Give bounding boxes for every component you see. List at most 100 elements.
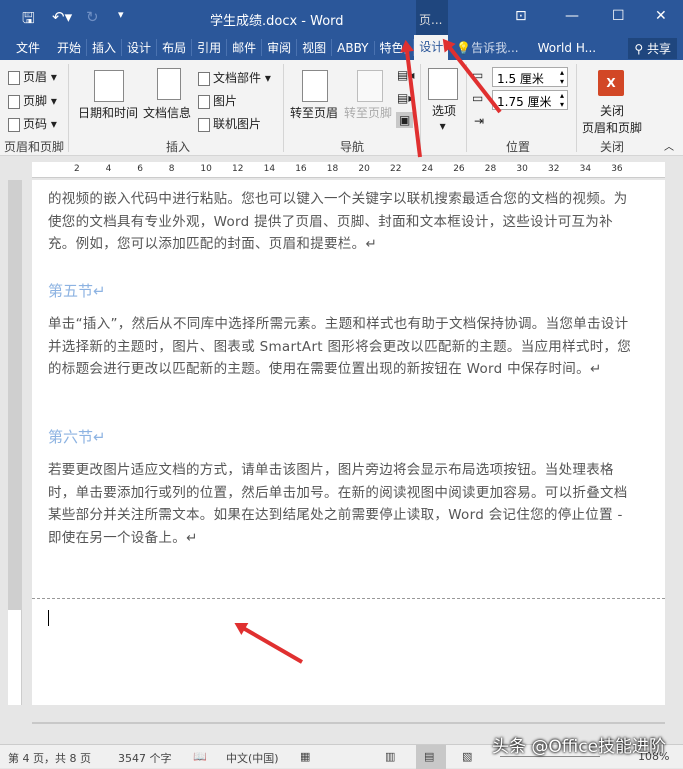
ruler-tick-label: 20 [358, 164, 370, 174]
page-count[interactable]: 第 4 页，共 8 页 [8, 750, 91, 766]
collapse-ribbon-icon[interactable]: ︿ [664, 138, 674, 153]
tab-review[interactable]: 审阅 [262, 39, 298, 56]
header-button[interactable]: 页眉 ▾ [8, 68, 57, 85]
ruler-tick-label: 32 [548, 164, 560, 174]
ruler-tick-label: 24 [421, 164, 434, 174]
tab-mailings[interactable]: 邮件 [227, 39, 263, 56]
tab-design[interactable]: 设计 [122, 39, 158, 56]
print-layout-icon[interactable]: ▤ [416, 745, 446, 769]
horizontal-ruler[interactable]: 2 4 6 8 10 12 14 16 18 20 22 24 26 28 30 32 34 36 [32, 162, 665, 178]
ribbon-display-icon[interactable]: ⊡ [515, 8, 527, 24]
ruler-tick-label: 36 [611, 164, 623, 174]
options-button[interactable]: 选项 ▾ [432, 102, 456, 133]
proofing-icon[interactable]: 📖 [193, 750, 207, 763]
group-label-insert: 插入 [166, 140, 191, 154]
insert-alignment-tab-icon[interactable]: ⇥ [474, 114, 484, 128]
heading-section-6: 第六节↵ [48, 428, 106, 446]
close-label: 关闭 [600, 104, 625, 118]
header-position-input[interactable]: 1.5 厘米 ▴ ▾ [492, 67, 568, 87]
page-number-label: 页码 [23, 117, 48, 131]
header-position-value: 1.5 厘米 [497, 72, 544, 86]
pictures-button[interactable]: 图片 [198, 92, 237, 109]
tell-me-label: 告诉我... [471, 41, 519, 55]
page-number-icon [8, 117, 20, 132]
paragraph: 若要更改图片适应文档的方式，请单击该图片，图片旁边将会显示布局选项按钮。当处理表… [48, 462, 628, 546]
footer-position-input[interactable]: 1.75 厘米 ▴ ▾ [492, 90, 568, 110]
macro-icon[interactable]: ▦ [300, 750, 310, 763]
share-button[interactable]: ⚲ 共享 [628, 38, 677, 59]
goto-header-button[interactable]: 转至页眉 [290, 104, 338, 121]
window-title: 学生成绩.docx - Word [210, 14, 344, 29]
word-count[interactable]: 3547 个字 [118, 750, 172, 766]
person-icon: ⚲ [634, 42, 644, 56]
close-hf-button[interactable]: 关闭 页眉和页脚 [582, 102, 642, 136]
group-label-nav: 导航 [340, 140, 365, 154]
footer-icon [8, 94, 20, 109]
ruler-tick-label: 14 [263, 164, 276, 174]
read-mode-icon[interactable]: ▥ [385, 750, 395, 763]
paragraph: 单击“插入”，然后从不同库中选择所需元素。主题和样式也有助于文档保持协调。当您单… [48, 316, 632, 377]
quick-parts-button[interactable]: 文档部件 ▾ [198, 69, 271, 86]
quick-parts-label: 文档部件 [213, 71, 262, 85]
ruler-tick-label: 30 [516, 164, 528, 174]
ribbon: 页眉 ▾ 页脚 ▾ 页码 ▾ 页眉和页脚 日期和时间 文档信息 文档部件 ▾ 图… [0, 60, 683, 156]
calendar-clock-icon [94, 70, 124, 102]
web-layout-icon[interactable]: ▧ [462, 750, 472, 763]
page-number-button[interactable]: 页码 ▾ [8, 115, 57, 132]
redo-icon[interactable]: ↻ [86, 8, 99, 26]
tab-home[interactable]: 开始 [52, 39, 88, 56]
options-label: 选项 [432, 104, 457, 118]
text-cursor [48, 610, 49, 626]
link-to-previous-icon[interactable]: ▣ [396, 112, 414, 128]
online-pictures-button[interactable]: 联机图片 [198, 115, 261, 132]
tab-abbyy[interactable]: ABBY [332, 40, 375, 55]
options-icon [428, 68, 458, 100]
account-name[interactable]: World H... [524, 41, 601, 55]
ruler-tick-label: 12 [232, 164, 244, 174]
goto-footer-button: 转至页脚 [344, 106, 393, 120]
vertical-ruler[interactable] [8, 180, 22, 705]
minimize-button[interactable]: — [565, 8, 579, 24]
document-page[interactable]: 的视频的嵌入代码中进行粘贴。您也可以键入一个关键字以联机搜索最适合您的文档的视频… [32, 180, 665, 705]
ruler-tick-label: 34 [579, 164, 592, 174]
close-button[interactable]: ✕ [655, 8, 667, 24]
online-picture-icon [198, 117, 210, 132]
horizontal-scrollbar[interactable] [32, 722, 665, 724]
tell-me[interactable]: 💡告诉我... [448, 39, 523, 56]
customize-qat-icon[interactable]: ▾ [118, 8, 124, 21]
save-icon[interactable]: 🖫 [22, 8, 35, 33]
online-pictures-label: 联机图片 [213, 117, 262, 131]
ruler-tick-label: 26 [453, 164, 465, 174]
context-tab-label: 页... [416, 0, 448, 35]
footer-bottom-icon: ▭ [472, 91, 484, 105]
tab-layout[interactable]: 布局 [157, 39, 193, 56]
ruler-tick-label: 8 [168, 164, 175, 174]
ruler-tick-label: 6 [137, 164, 143, 174]
tab-insert[interactable]: 插入 [87, 39, 123, 56]
ruler-tick-label: 22 [390, 164, 402, 174]
goto-footer-icon [357, 70, 383, 102]
ruler-tick-label: 4 [105, 164, 112, 174]
watermark: 头条 @Office技能进阶 [492, 737, 667, 757]
close-label-2: 页眉和页脚 [582, 121, 643, 135]
undo-icon[interactable]: ↶▾ [52, 8, 72, 26]
ruler-tick-label: 16 [295, 164, 307, 174]
header-label: 页眉 [23, 70, 48, 84]
close-hf-icon[interactable]: X [598, 70, 624, 96]
doc-info-icon [157, 68, 181, 100]
date-time-button[interactable]: 日期和时间 [78, 104, 138, 121]
group-label-position: 位置 [506, 140, 531, 154]
goto-header-icon [302, 70, 328, 102]
footer-boundary [32, 598, 665, 599]
doc-info-button[interactable]: 文档信息 [143, 104, 191, 121]
maximize-button[interactable]: ☐ [612, 8, 625, 24]
tab-view[interactable]: 视图 [297, 39, 333, 56]
tab-file[interactable]: 文件 [0, 39, 52, 56]
tab-references[interactable]: 引用 [192, 39, 228, 56]
footer-position-value: 1.75 厘米 [497, 95, 552, 109]
title-bar: 🖫 ↶▾ ↻ ▾ 学生成绩.docx - Word 页... ⊡ — ☐ ✕ [0, 0, 683, 35]
picture-icon [198, 94, 210, 109]
language[interactable]: 中文(中国) [226, 750, 279, 766]
footer-button[interactable]: 页脚 ▾ [8, 92, 57, 109]
ruler-tick-label: 18 [326, 164, 339, 174]
